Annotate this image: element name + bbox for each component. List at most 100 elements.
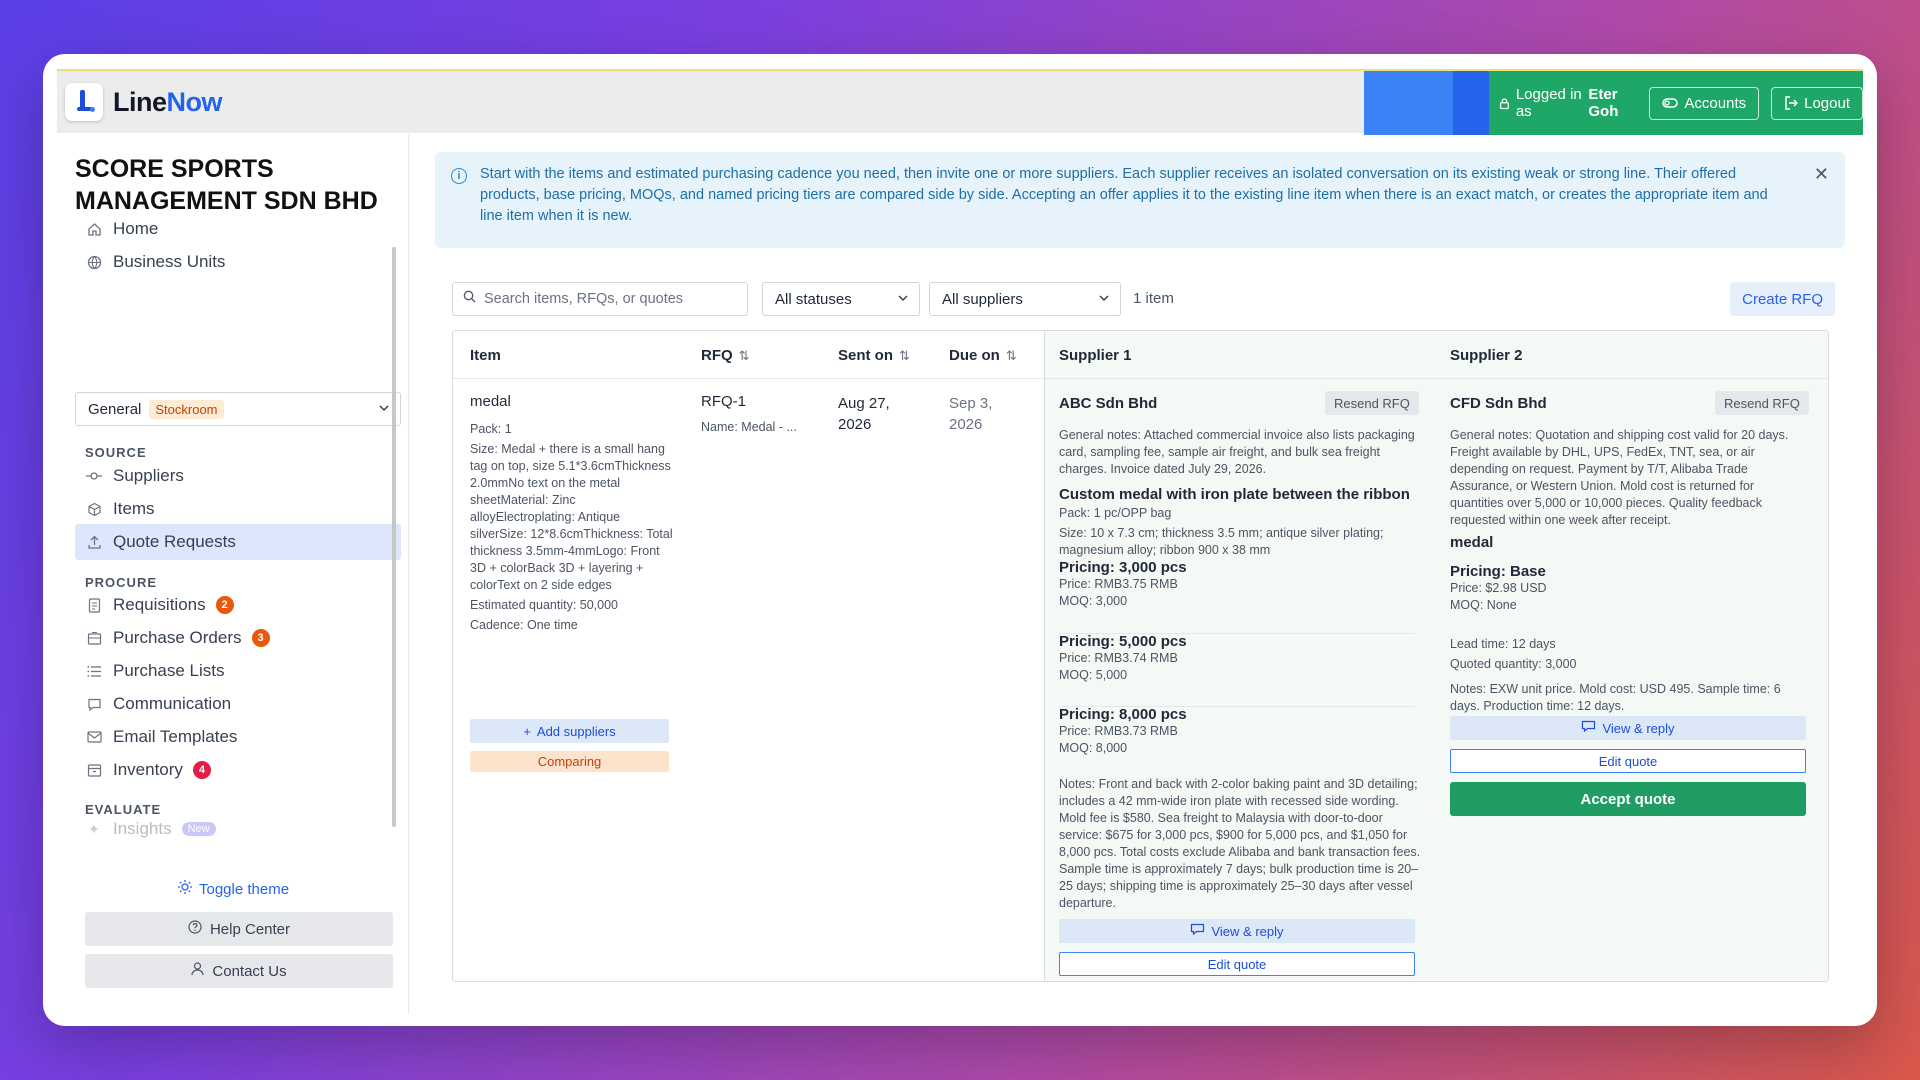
sun-icon (177, 879, 193, 899)
due-on-date: Sep 3, 2026 (949, 395, 993, 433)
upload-icon (85, 533, 103, 551)
price: Price: $2.98 USD (1450, 581, 1547, 595)
supplier1-product-title: Custom medal with iron plate between the… (1059, 486, 1410, 503)
close-icon[interactable]: ✕ (1814, 164, 1829, 185)
business-unit-select[interactable]: General Stockroom (75, 392, 401, 426)
sidebar-item-label: Requisitions (113, 595, 206, 614)
status-filter-value: All statuses (775, 290, 852, 308)
column-header-supplier-2: Supplier 2 (1450, 347, 1523, 364)
sidebar-item-purchase-lists[interactable]: Purchase Lists (75, 653, 401, 689)
pricing-title: Pricing: Base (1450, 563, 1546, 580)
sort-icon: ⇅ (738, 347, 750, 363)
tier-price: Price: RMB3.74 RMB (1059, 651, 1178, 665)
sparkle-icon: ✦ (88, 820, 100, 837)
supplier1-view-reply-button[interactable]: View & reply (1059, 919, 1415, 943)
sidebar-item-label: Inventory (113, 760, 183, 779)
accounts-button[interactable]: Accounts (1649, 86, 1760, 120)
sidebar-item-label: Purchase Lists (113, 661, 225, 680)
column-header-item[interactable]: Item (470, 347, 501, 364)
column-header-due-on[interactable]: Due on ⇅ (949, 347, 1017, 364)
help-icon (188, 920, 202, 938)
info-icon: i (451, 168, 467, 184)
logged-in-status: Logged in as Eter Goh (1499, 86, 1637, 120)
app-logo[interactable]: LineNow (65, 83, 223, 121)
search-input[interactable] (484, 291, 734, 307)
moq: MOQ: None (1450, 598, 1517, 612)
rfq-table: Item RFQ ⇅ Sent on ⇅ Due on ⇅ Supplier 1 Su… (452, 330, 1829, 982)
archive-icon (85, 761, 103, 779)
sort-icon: ⇅ (1005, 347, 1017, 363)
supplier1-size: Size: 10 x 7.3 cm; thickness 3.5 mm; ant… (1059, 526, 1384, 557)
sidebar-item-label: Email Templates (113, 727, 238, 746)
supplier2-quoted-qty: Quoted quantity: 3,000 (1450, 657, 1577, 671)
sidebar-item-suppliers[interactable]: Suppliers (75, 458, 401, 494)
column-header-supplier-1: Supplier 1 (1059, 347, 1132, 364)
create-rfq-button[interactable]: Create RFQ (1730, 282, 1835, 316)
tier-price: Price: RMB3.75 RMB (1059, 577, 1178, 591)
sidebar-item-email-templates[interactable]: Email Templates (75, 719, 401, 755)
help-center-label: Help Center (209, 920, 291, 938)
supplier1-product-details: Pack: 1 pc/OPP bag Size: 10 x 7.3 cm; th… (1059, 505, 1421, 559)
document-icon (85, 596, 103, 614)
supplier1-general-notes: General notes: Attached commercial invoi… (1059, 428, 1415, 476)
sidebar-item-label: Home (113, 219, 159, 238)
supplier2-edit-quote-button[interactable]: Edit quote (1450, 749, 1806, 773)
accounts-label: Accounts (1684, 94, 1747, 112)
supplier2-name: CFD Sdn Bhd (1450, 395, 1547, 412)
sidebar-item-insights[interactable]: ✦ Insights New (75, 816, 401, 842)
sidebar-item-business-units[interactable]: Business Units (75, 244, 401, 280)
sidebar-item-purchase-orders[interactable]: Purchase Orders 3 (75, 620, 401, 656)
supplier2-resend-rfq-button[interactable]: Resend RFQ (1715, 391, 1809, 415)
supplier2-view-reply-button[interactable]: View & reply (1450, 716, 1806, 740)
toggle-theme-button[interactable]: Toggle theme (177, 879, 289, 899)
logo-text: LineNow (113, 86, 223, 117)
supplier1-edit-quote-button[interactable]: Edit quote (1059, 952, 1415, 976)
globe-icon (85, 253, 103, 271)
logout-button[interactable]: Logout (1771, 86, 1863, 120)
home-icon (85, 220, 103, 238)
add-suppliers-button[interactable]: + Add suppliers (470, 719, 669, 743)
column-header-sent-on[interactable]: Sent on ⇅ (838, 347, 910, 364)
contact-us-button[interactable]: Contact Us (85, 954, 393, 988)
sidebar-item-home[interactable]: Home (75, 211, 401, 247)
item-estimated-qty: Estimated quantity: 50,000 (470, 598, 619, 612)
supplier2-accept-quote-button[interactable]: Accept quote (1450, 782, 1806, 816)
supplier1-resend-rfq-button[interactable]: Resend RFQ (1325, 391, 1419, 415)
chat-icon (1581, 720, 1596, 736)
box-icon (85, 500, 103, 518)
tier-title: Pricing: 3,000 pcs (1059, 559, 1187, 576)
sidebar-item-requisitions[interactable]: Requisitions 2 (75, 587, 401, 623)
mail-icon (85, 728, 103, 746)
sidebar-item-label: Insights (113, 819, 172, 838)
column-header-rfq[interactable]: RFQ ⇅ (701, 347, 750, 364)
sidebar-item-items[interactable]: Items (75, 491, 401, 527)
supplier1-name: ABC Sdn Bhd (1059, 395, 1158, 412)
help-center-button[interactable]: Help Center (85, 912, 393, 946)
purchase-orders-badge: 3 (251, 629, 270, 647)
sidebar-item-communication[interactable]: Communication (75, 686, 401, 722)
item-details: Pack: 1 Size: Medal + there is a small h… (470, 421, 675, 634)
status-filter-select[interactable]: All statuses (762, 282, 920, 316)
status-badge: Comparing (470, 751, 669, 772)
user-name: Eter Goh (1588, 86, 1619, 120)
chevron-down-icon (378, 401, 390, 418)
supplier1-tier-1: Pricing: 3,000 pcs Price: RMB3.75 RMB MO… (1059, 559, 1415, 610)
sidebar-item-label: Items (113, 499, 155, 518)
chat-icon (85, 695, 103, 713)
supplier-filter-select[interactable]: All suppliers (929, 282, 1121, 316)
sort-icon: ⇅ (899, 347, 910, 363)
topbar-accent (1364, 71, 1453, 135)
search-box[interactable] (452, 282, 748, 316)
sidebar-item-inventory[interactable]: Inventory 4 (75, 752, 401, 788)
requisitions-badge: 2 (215, 596, 234, 614)
supplier2-lead-time: Lead time: 12 days (1450, 637, 1556, 651)
sidebar-item-quote-requests[interactable]: Quote Requests (75, 524, 401, 560)
tier-moq: MOQ: 8,000 (1059, 741, 1128, 755)
toolbar: All statuses All suppliers 1 item Create… (452, 282, 1847, 316)
new-tag: New (181, 822, 216, 836)
sent-on-date: Aug 27, 2026 (838, 395, 890, 433)
sidebar-scrollbar[interactable] (392, 247, 396, 827)
rfq-id[interactable]: RFQ-1 (701, 393, 746, 410)
plus-icon: + (523, 723, 531, 739)
supplier2-notes: Notes: EXW unit price. Mold cost: USD 49… (1450, 682, 1781, 713)
